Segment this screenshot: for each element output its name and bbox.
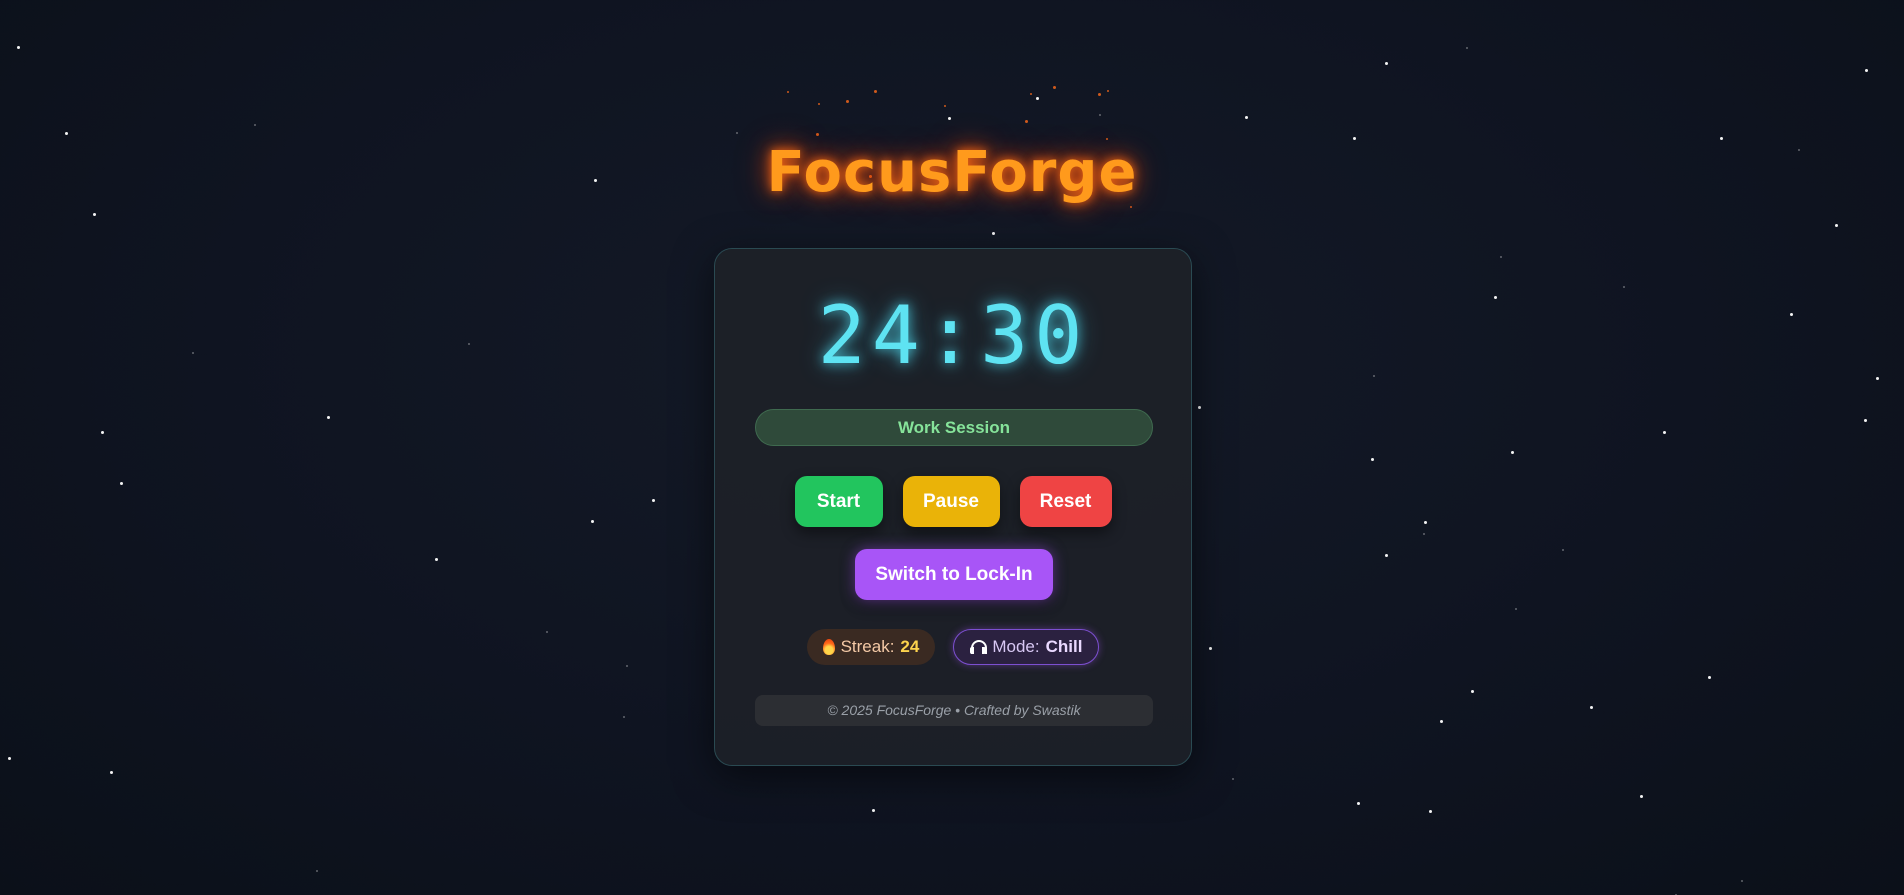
- ember: [1030, 93, 1032, 95]
- app-title: FocusForge: [766, 140, 1138, 205]
- start-button[interactable]: Start: [794, 476, 883, 527]
- timer-card: 24:30 Work Session Start Pause Reset Swi…: [714, 248, 1192, 766]
- ember: [1025, 120, 1028, 123]
- pause-button[interactable]: Pause: [902, 476, 1000, 527]
- ember: [1098, 93, 1101, 96]
- ember: [1107, 90, 1109, 92]
- ember: [1053, 86, 1056, 89]
- ember: [1130, 206, 1132, 208]
- ember: [874, 90, 877, 93]
- ember: [944, 105, 946, 107]
- ember: [846, 100, 849, 103]
- streak-value: 24: [900, 637, 920, 656]
- headphones-icon: [970, 640, 988, 654]
- mode-label: Mode:: [992, 637, 1040, 656]
- footer-credit: © 2025 FocusForge • Crafted by Swastik: [755, 695, 1153, 726]
- mode-badge: Mode: Chill: [953, 629, 1100, 665]
- reset-button[interactable]: Reset: [1019, 476, 1112, 527]
- switch-mode-button[interactable]: Switch to Lock-In: [855, 549, 1053, 600]
- ember: [816, 133, 819, 136]
- timer-controls: Start Pause Reset: [715, 476, 1191, 527]
- streak-badge: Streak: 24: [806, 629, 936, 665]
- ember: [818, 103, 820, 105]
- mode-value: Chill: [1045, 637, 1083, 656]
- streak-label: Streak:: [840, 637, 895, 656]
- ember: [787, 91, 789, 93]
- fire-icon: [822, 639, 835, 655]
- session-label: Work Session: [755, 409, 1153, 446]
- stats-badges: Streak: 24 Mode: Chill: [715, 629, 1191, 665]
- timer-display: 24:30: [817, 289, 1089, 382]
